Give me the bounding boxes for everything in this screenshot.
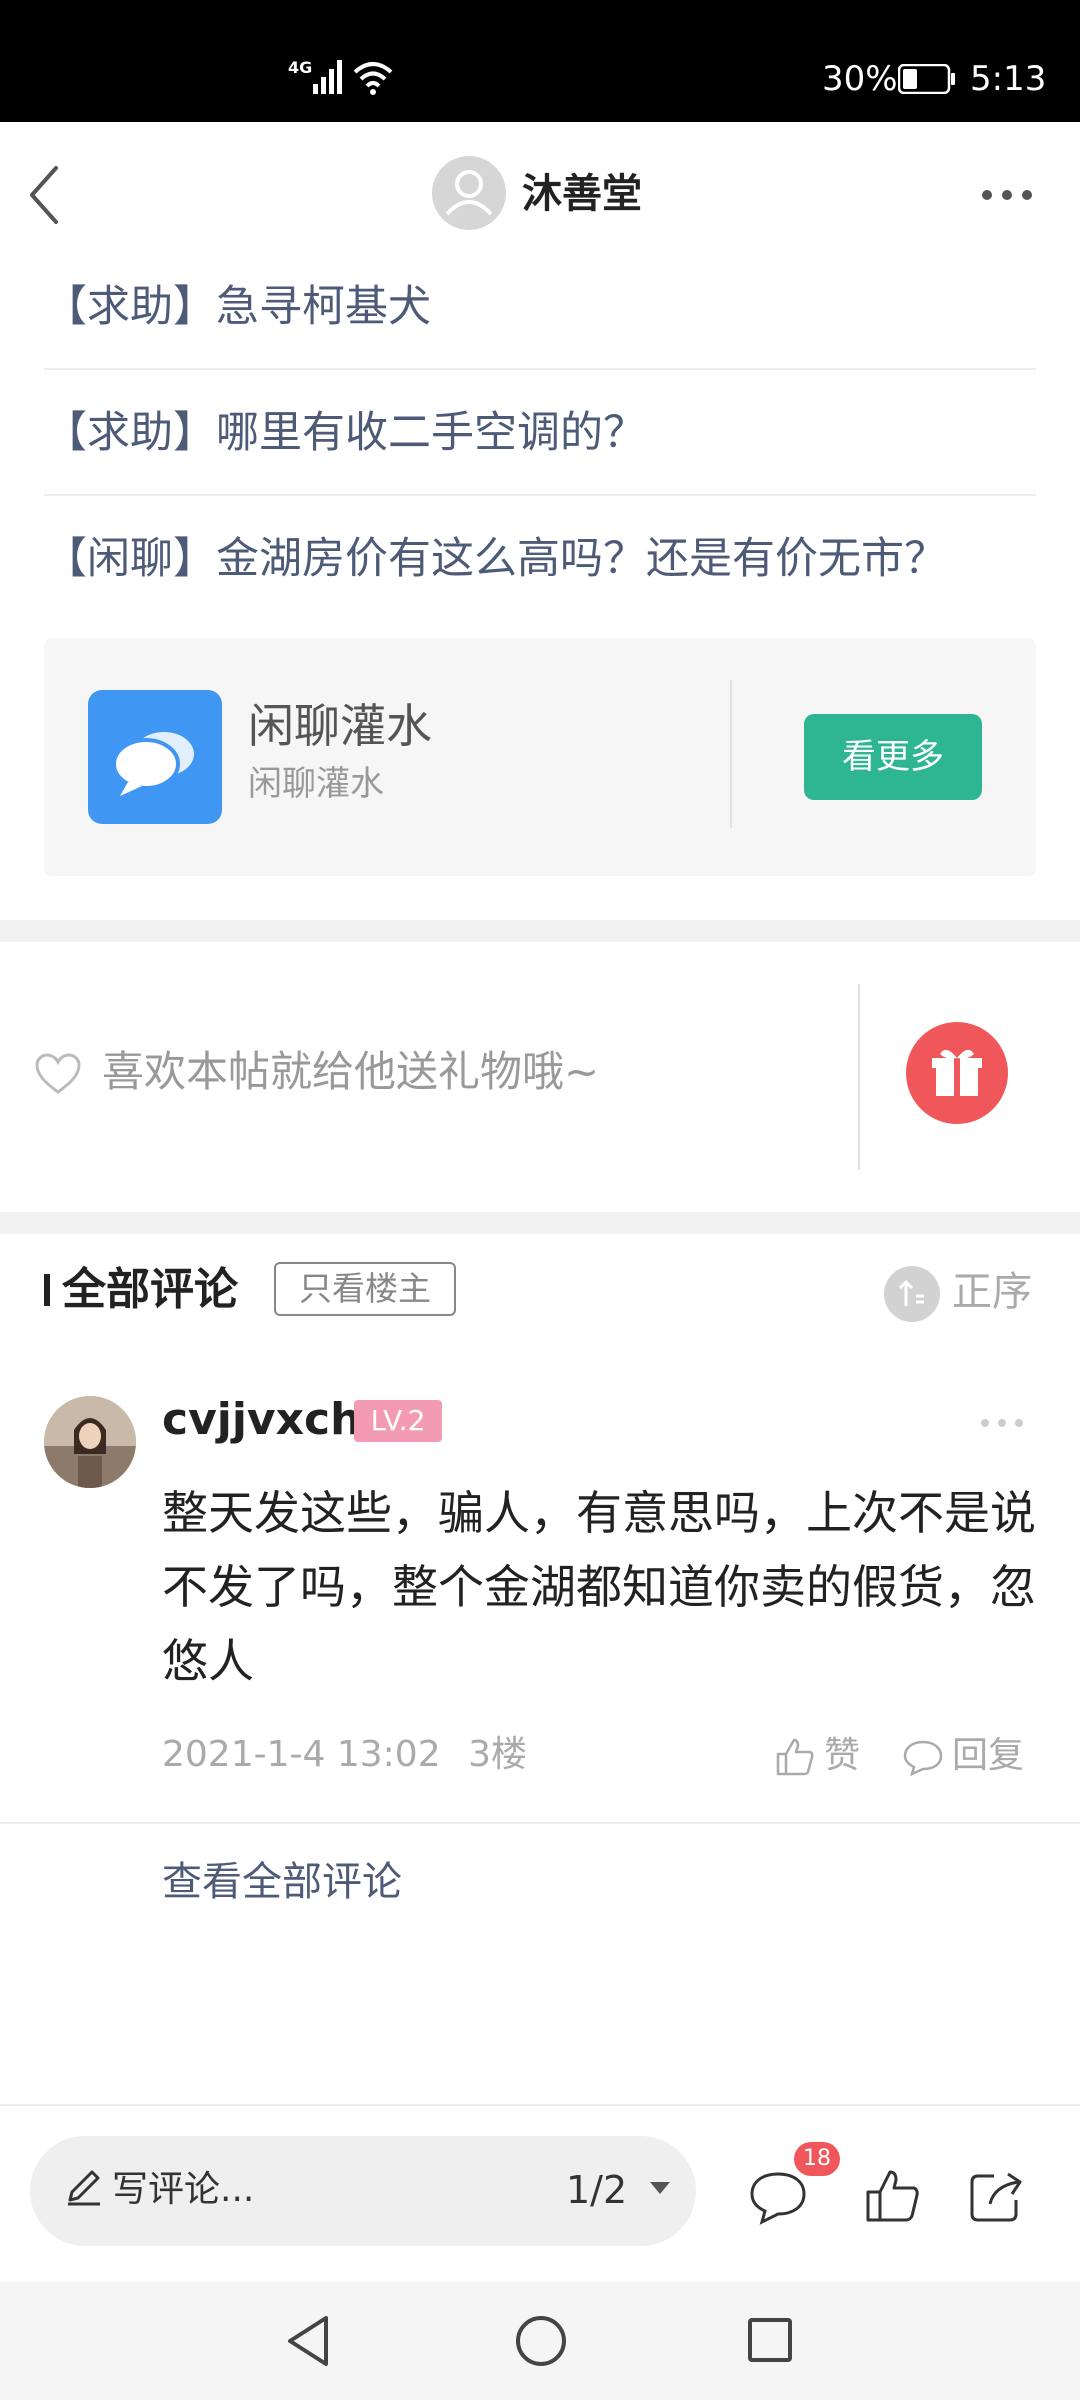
divider [858,984,860,1170]
gift-prompt-text: 喜欢本帖就给他送礼物哦~ [102,1047,600,1096]
view-all-comments-link[interactable]: 查看全部评论 [162,1852,402,1912]
nav-home-icon[interactable] [514,2314,568,2368]
comments-header: 全部评论 只看楼主 正序 [0,1234,1080,1350]
related-post-link[interactable]: 【闲聊】金湖房价有这么高吗？还是有价无市？ [44,496,1036,622]
comment-count-badge: 18 [794,2142,840,2176]
gift-button[interactable] [906,1022,1008,1124]
status-bar: 4G 30% 5:13 [0,0,1080,122]
network-type: 4G [288,58,313,77]
nav-back-icon[interactable] [284,2314,334,2368]
comments-title: 全部评论 [62,1264,238,1315]
commenter-avatar[interactable] [44,1396,136,1488]
heart-outline-icon[interactable] [34,1052,82,1096]
wifi-icon [353,62,393,95]
author-avatar[interactable] [432,156,506,230]
comment-floor: 3楼 [468,1734,527,1775]
page-indicator[interactable]: 1/2 [566,2164,627,2216]
thumbs-up-icon [776,1738,814,1776]
like-label: 赞 [824,1735,861,1776]
comment-input[interactable]: 写评论... 1/2 [30,2136,696,2246]
more-horizontal-icon[interactable] [980,1418,1024,1428]
related-post-link[interactable]: 【求助】哪里有收二手空调的？ [44,370,1036,496]
reply-label: 回复 [952,1735,1025,1776]
gift-prompt: 喜欢本帖就给他送礼物哦~ [0,942,1080,1212]
pen-icon [68,2170,100,2206]
comment-placeholder: 写评论... [112,2169,255,2210]
section-divider [0,1212,1080,1234]
thumbs-up-icon[interactable] [862,2166,922,2226]
forum-subtitle: 闲聊灌水 [248,764,384,804]
chat-bubbles-icon [88,690,222,824]
gift-icon [932,1049,982,1096]
user-placeholder-icon [445,170,493,216]
system-nav-bar [0,2282,1080,2400]
comment-meta: 2021-1-4 13:02 3楼 [162,1730,527,1780]
forum-name: 闲聊灌水 [248,699,432,753]
comment-item: cvjjvxch LV.2 整天发这些，骗人，有意思吗，上次不是说不发了吗，整个… [0,1370,1080,1824]
related-post-link[interactable]: 【求助】急寻柯基犬 [44,244,1036,370]
comment-date: 2021-1-4 13:02 [162,1734,441,1775]
sort-icon[interactable] [884,1266,940,1322]
forum-card[interactable]: 闲聊灌水 闲聊灌水 看更多 [44,638,1036,876]
section-marker [44,1274,50,1306]
more-horizontal-icon[interactable] [980,188,1034,202]
comments-icon[interactable] [746,2168,810,2226]
like-button[interactable]: 赞 [774,1730,860,1782]
level-badge: LV.2 [354,1400,442,1442]
share-icon[interactable] [968,2168,1026,2224]
comment-bubble-icon [903,1740,943,1777]
divider [730,680,732,828]
see-more-button[interactable]: 看更多 [804,714,982,800]
caret-down-icon[interactable] [648,2180,672,2196]
commenter-name[interactable]: cvjjvxch [162,1390,361,1450]
reply-button[interactable]: 回复 [902,1730,1024,1782]
sort-label[interactable]: 正序 [952,1258,1032,1326]
clock: 5:13 [970,59,1047,99]
only-author-button[interactable]: 只看楼主 [274,1262,456,1316]
comment-body: 整天发这些，骗人，有意思吗，上次不是说不发了吗，整个金湖都知道你卖的假货，忽悠人 [162,1486,1036,1688]
chevron-left-icon[interactable] [22,162,72,228]
nav-recents-icon[interactable] [746,2316,794,2364]
page-title[interactable]: 沐善堂 [522,166,642,222]
signal-icon [313,60,342,94]
battery-percent: 30% [822,59,898,99]
bottom-action-bar: 写评论... 1/2 18 [0,2104,1080,2282]
battery-icon [898,64,955,94]
section-divider [0,920,1080,942]
